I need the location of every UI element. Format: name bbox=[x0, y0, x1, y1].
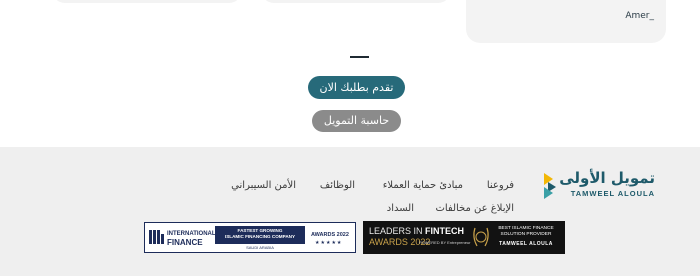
leaders-in-fintech-award: LEADERS IN FINTECH AWARDS 2022 POWERED B… bbox=[363, 221, 565, 254]
laurel-badge-icon bbox=[473, 227, 489, 247]
footer-link-cyber-security[interactable]: الأمن السيبراني bbox=[231, 180, 296, 191]
footer-logo[interactable]: تمويل الأولى TAMWEEL ALOULA bbox=[543, 169, 655, 200]
testimonial-author: Amer_ bbox=[625, 11, 654, 21]
if-award-banner: FASTEST GROWING ISLAMIC FINANCING COMPAN… bbox=[215, 226, 305, 244]
testimonial-card bbox=[52, 0, 242, 3]
apply-now-button[interactable]: تقدم بطلبك الان bbox=[308, 76, 405, 99]
footer-link-jobs[interactable]: الوظائف bbox=[320, 180, 355, 191]
logo-mark-icon bbox=[544, 173, 556, 199]
footer-link-customer-protection[interactable]: مبادئ حماية العملاء bbox=[383, 180, 463, 191]
section-divider bbox=[350, 56, 369, 58]
if-brand-line2: FINANCE bbox=[167, 238, 203, 247]
if-brand-line1: INTERNATIONAL bbox=[167, 231, 216, 237]
testimonial-card bbox=[261, 0, 451, 3]
lf-line1-prefix: LEADERS IN bbox=[369, 226, 423, 236]
lf-badge-text: BEST ISLAMIC FINANCE SOLUTION PROVIDER bbox=[490, 226, 562, 238]
if-stars: ★★★★★ bbox=[315, 240, 343, 246]
testimonial-card: Amer_ bbox=[466, 0, 666, 43]
if-awards-year: AWARDS 2022 bbox=[311, 232, 349, 238]
lf-badge-line2: SOLUTION PROVIDER bbox=[500, 232, 552, 237]
footer-link-payment[interactable]: السداد bbox=[387, 203, 414, 214]
lf-powered-by: POWERED BY Entrepreneur bbox=[419, 240, 471, 245]
footer-link-branches[interactable]: فروعنا bbox=[487, 180, 514, 191]
lf-brand: TAMWEEL ALOULA bbox=[499, 241, 553, 247]
testimonials-section: Amer_ تقدم بطلبك الان حاسبة التمويل bbox=[0, 0, 700, 147]
finance-calculator-button[interactable]: حاسبة التمويل bbox=[312, 110, 401, 132]
international-finance-award: INTERNATIONAL FINANCE FASTEST GROWING IS… bbox=[144, 222, 356, 253]
international-finance-logo: INTERNATIONAL FINANCE bbox=[149, 228, 216, 248]
if-country: SAUDI ARABIA bbox=[246, 245, 274, 250]
site-footer bbox=[0, 147, 700, 276]
lf-line1-bold: FINTECH bbox=[425, 226, 465, 236]
footer-link-report-violations[interactable]: الإبلاغ عن مخالفات bbox=[435, 203, 514, 214]
if-banner-line2: ISLAMIC FINANCING COMPANY bbox=[224, 234, 296, 239]
logo-english-name: TAMWEEL ALOULA bbox=[570, 189, 655, 198]
logo-arabic-name: تمويل الأولى bbox=[559, 169, 655, 187]
fintech-logo: LEADERS IN FINTECH AWARDS 2022 POWERED B… bbox=[369, 225, 471, 251]
